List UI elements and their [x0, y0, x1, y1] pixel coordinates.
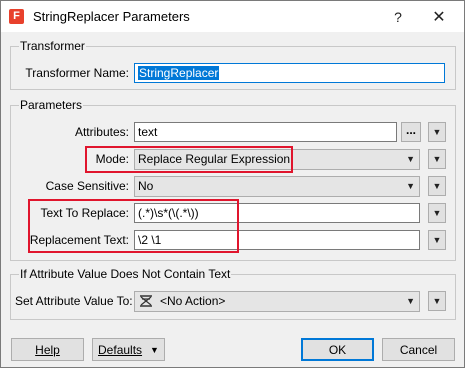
attributes-input[interactable]: text	[134, 122, 397, 142]
title-bar[interactable]: F StringReplacer Parameters ? ✕	[1, 1, 464, 32]
transformer-group-title: Transformer	[19, 39, 86, 53]
transformer-name-value: StringReplacer	[138, 66, 220, 80]
attributes-browse-button[interactable]: ...	[401, 122, 421, 142]
set-attribute-value-select[interactable]: <No Action> ▼	[134, 291, 420, 312]
ok-button[interactable]: OK	[301, 338, 374, 361]
attributes-menu-button[interactable]: ▼	[428, 122, 446, 142]
close-button[interactable]: ✕	[421, 1, 457, 32]
case-sensitive-select[interactable]: No ▼	[134, 176, 420, 197]
set-attribute-value-label: Set Attribute Value To:	[15, 294, 133, 308]
mode-value: Replace Regular Expression	[138, 152, 291, 166]
help-title-button[interactable]: ?	[380, 1, 416, 32]
parameters-group-title: Parameters	[19, 98, 84, 112]
ok-button-label: OK	[328, 342, 347, 357]
case-sensitive-label: Case Sensitive:	[45, 179, 129, 193]
transformer-name-input[interactable]: StringReplacer	[134, 63, 445, 83]
defaults-button-label: Defaults	[98, 342, 143, 357]
fme-app-icon: F	[9, 9, 24, 24]
chevron-down-icon: ▼	[406, 154, 415, 164]
no-text-group-title: If Attribute Value Does Not Contain Text	[19, 267, 232, 281]
set-attribute-value-menu-button[interactable]: ▼	[428, 291, 446, 311]
help-button-label: Help	[35, 342, 60, 357]
case-sensitive-value: No	[138, 179, 154, 193]
window-title: StringReplacer Parameters	[33, 9, 190, 24]
replacement-text-label: Replacement Text:	[29, 233, 129, 247]
replacement-text-menu-button[interactable]: ▼	[428, 230, 446, 250]
chevron-down-icon: ▼	[406, 181, 415, 191]
cancel-button-label: Cancel	[399, 342, 438, 357]
text-to-replace-label: Text To Replace:	[40, 206, 130, 220]
set-attribute-value-value: <No Action>	[160, 294, 226, 308]
chevron-down-icon: ▼	[150, 344, 159, 355]
mode-select[interactable]: Replace Regular Expression ▼	[134, 149, 420, 170]
chevron-down-icon: ▼	[406, 296, 415, 306]
help-button[interactable]: Help	[11, 338, 84, 361]
attributes-label: Attributes:	[74, 125, 129, 139]
defaults-button[interactable]: Defaults ▼	[92, 338, 165, 361]
text-to-replace-menu-button[interactable]: ▼	[428, 203, 446, 223]
no-action-icon	[140, 295, 152, 307]
mode-menu-button[interactable]: ▼	[428, 149, 446, 169]
dialog-window: F StringReplacer Parameters ? ✕ Transfor…	[0, 0, 465, 368]
mode-label: Mode:	[95, 152, 129, 166]
cancel-button[interactable]: Cancel	[382, 338, 455, 361]
text-to-replace-input[interactable]: (.*)\s*(\(.*\))	[134, 203, 420, 223]
replacement-text-input[interactable]: \2 \1	[134, 230, 420, 250]
case-sensitive-menu-button[interactable]: ▼	[428, 176, 446, 196]
transformer-name-label: Transformer Name:	[25, 66, 129, 80]
